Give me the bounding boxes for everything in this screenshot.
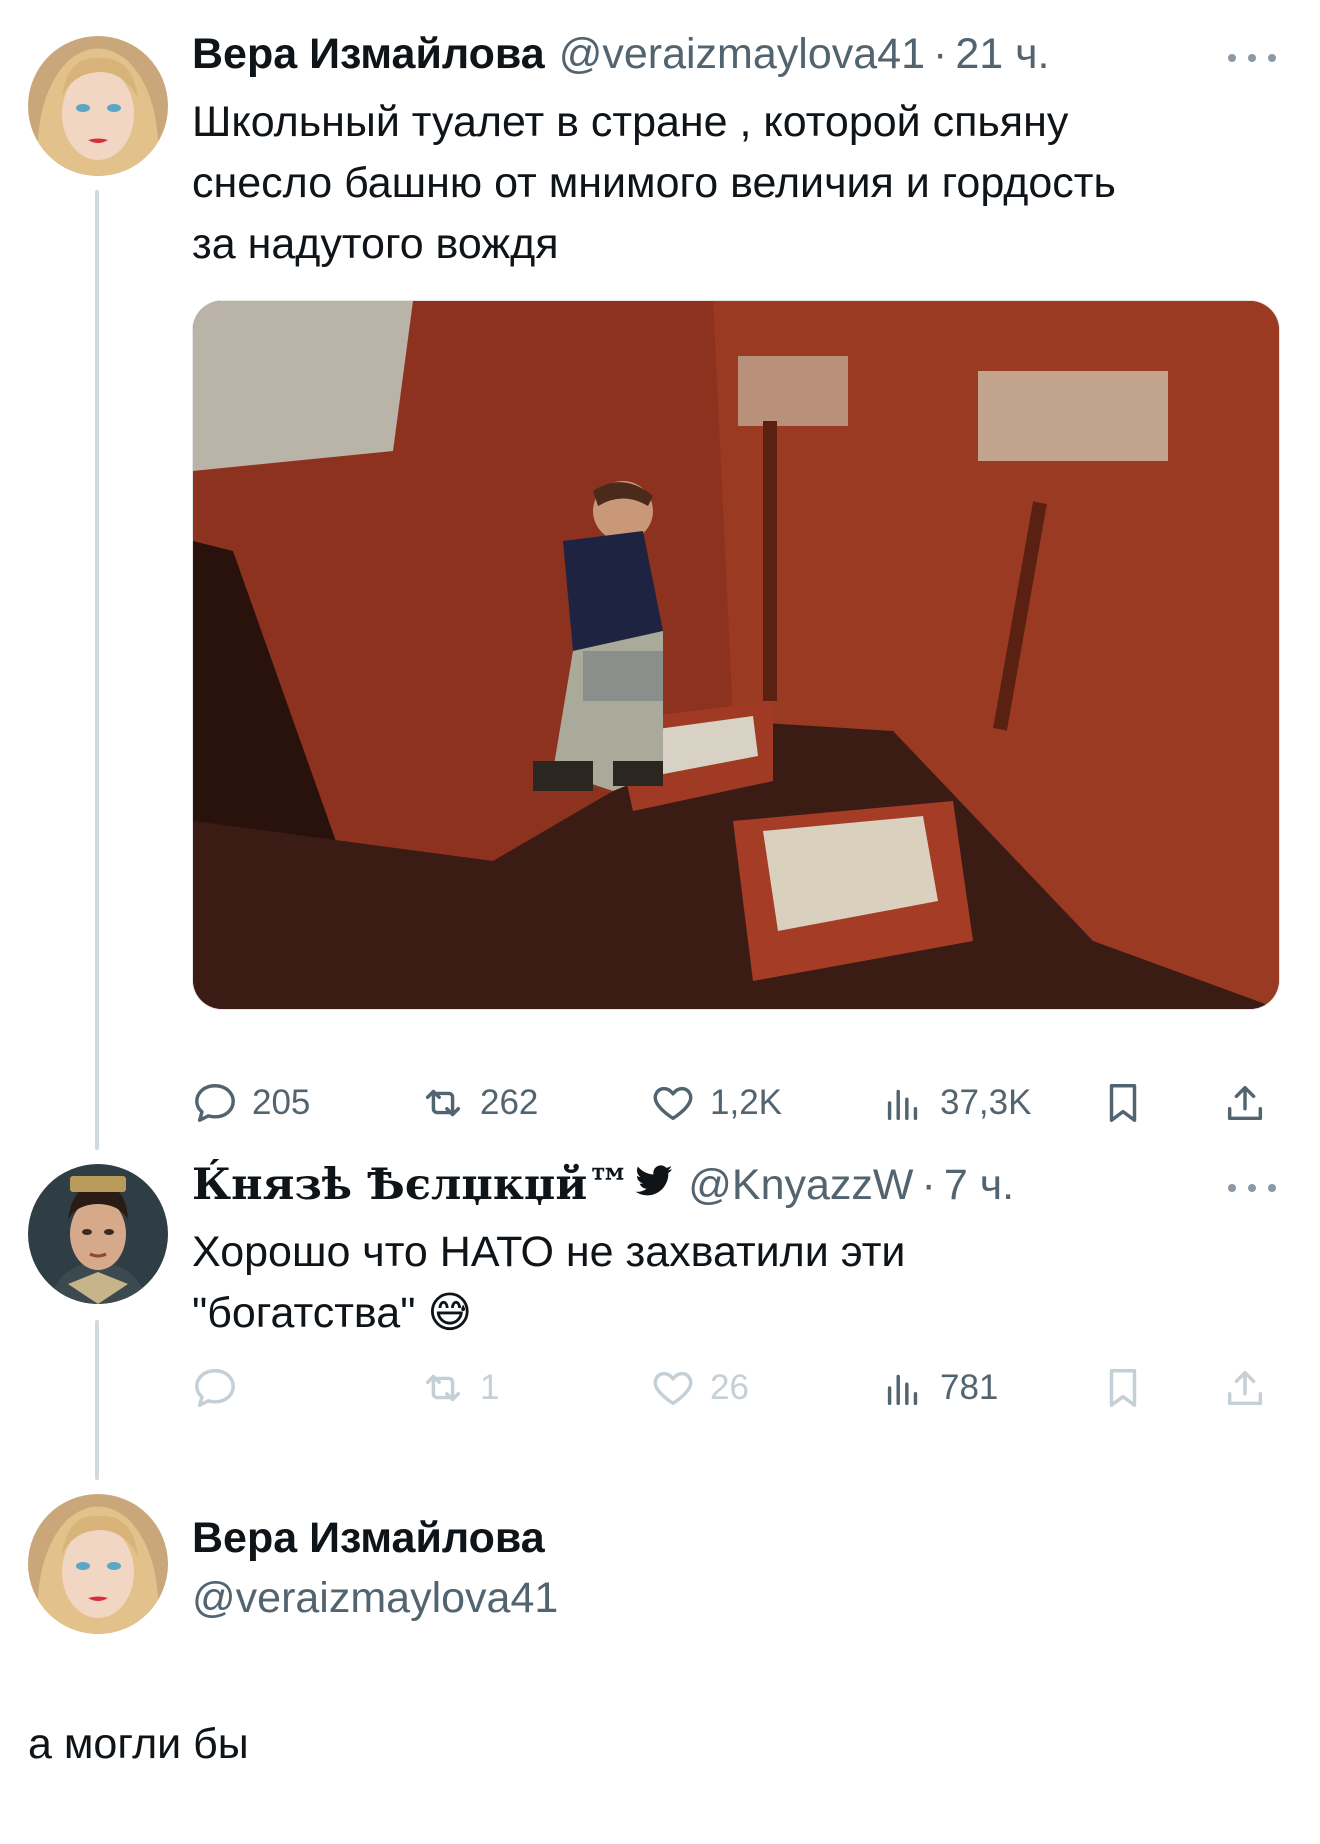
- composer-author: Вера Измайлова @veraizmaylova41: [192, 1508, 558, 1628]
- share-icon: [1227, 1370, 1263, 1406]
- author-name[interactable]: Ќнязѣ Ѣєлџкџй™: [192, 1160, 630, 1210]
- reply-icon: [195, 1369, 235, 1407]
- avatar-knyazz[interactable]: [28, 1164, 168, 1304]
- reply-button[interactable]: 205: [192, 1080, 310, 1126]
- retweet-count: 1: [480, 1368, 500, 1407]
- tweet-text-line: Хорошо что НАТО не захватили эти: [192, 1228, 906, 1276]
- tweet2-actions: 1 26 781: [192, 1365, 1282, 1425]
- bookmark-button[interactable]: [1100, 1080, 1160, 1126]
- bookmark-button[interactable]: [1100, 1365, 1160, 1411]
- views-button[interactable]: 37,3K: [880, 1080, 1031, 1126]
- tweet2-text: Хорошо что НАТО не захватили эти "богатс…: [192, 1222, 905, 1344]
- author-handle[interactable]: @veraizmaylova41: [559, 30, 925, 79]
- tweet-photo[interactable]: [192, 300, 1280, 1010]
- share-icon: [1227, 1085, 1263, 1121]
- tweet1-text: Школьный туалет в стране , которой спьян…: [192, 92, 1116, 275]
- share-button[interactable]: [1222, 1365, 1282, 1411]
- views-icon: [887, 1089, 918, 1121]
- views-count: 781: [940, 1368, 999, 1407]
- bookmark-icon: [1109, 1369, 1137, 1407]
- retweet-count: 262: [480, 1083, 539, 1122]
- tweet1-actions: 205 262 1,2K 37,3K: [192, 1080, 1282, 1140]
- like-icon: [653, 1086, 693, 1121]
- avatar-vera[interactable]: [28, 36, 168, 176]
- more-icon[interactable]: [1228, 1178, 1276, 1198]
- separator: ·: [933, 30, 948, 78]
- thread-line-1: [95, 190, 99, 1150]
- author-name[interactable]: Вера Измайлова: [192, 1508, 558, 1568]
- reply-icon: [195, 1084, 235, 1122]
- author-handle[interactable]: @veraizmaylova41: [192, 1568, 558, 1628]
- tweet2-header: Ќнязѣ Ѣєлџкџй™ @KnyazzW · 7 ч.: [192, 1160, 1014, 1210]
- reply-count: 205: [252, 1083, 311, 1122]
- views-count: 37,3K: [940, 1083, 1032, 1122]
- like-count: 26: [710, 1368, 749, 1407]
- thread-line-2: [95, 1320, 99, 1480]
- more-icon[interactable]: [1228, 48, 1276, 68]
- author-name[interactable]: Вера Измайлова: [192, 30, 545, 79]
- avatar-vera-composer[interactable]: [28, 1494, 168, 1634]
- author-handle[interactable]: @KnyazzW: [688, 1161, 913, 1210]
- twitter-bird-icon: [635, 1165, 673, 1196]
- retweet-icon: [425, 1089, 461, 1117]
- retweet-icon: [425, 1374, 461, 1402]
- timestamp[interactable]: 7 ч.: [944, 1161, 1014, 1210]
- tweet-text-line: снесло башню от мнимого величия и гордос…: [192, 159, 1116, 207]
- like-button[interactable]: 26: [650, 1365, 749, 1411]
- like-icon: [653, 1371, 693, 1406]
- tweet-text-line: "богатства" 😅: [192, 1289, 473, 1337]
- separator: ·: [921, 1161, 936, 1209]
- retweet-button[interactable]: 1: [420, 1365, 499, 1411]
- tweet-text-line: Школьный туалет в стране , которой спьян…: [192, 98, 1069, 146]
- like-button[interactable]: 1,2K: [650, 1080, 782, 1126]
- share-button[interactable]: [1222, 1080, 1282, 1126]
- bookmark-icon: [1109, 1084, 1137, 1122]
- like-count: 1,2K: [710, 1083, 782, 1122]
- reply-text[interactable]: а могли бы: [28, 1720, 249, 1769]
- tweet-text-line: за надутого вождя: [192, 220, 559, 268]
- reply-button[interactable]: [192, 1365, 252, 1411]
- views-icon: [887, 1374, 918, 1406]
- retweet-button[interactable]: 262: [420, 1080, 538, 1126]
- views-button[interactable]: 781: [880, 1365, 998, 1411]
- timestamp[interactable]: 21 ч.: [955, 30, 1049, 79]
- tweet1-header: Вера Измайлова @veraizmaylova41 · 21 ч.: [192, 30, 1049, 79]
